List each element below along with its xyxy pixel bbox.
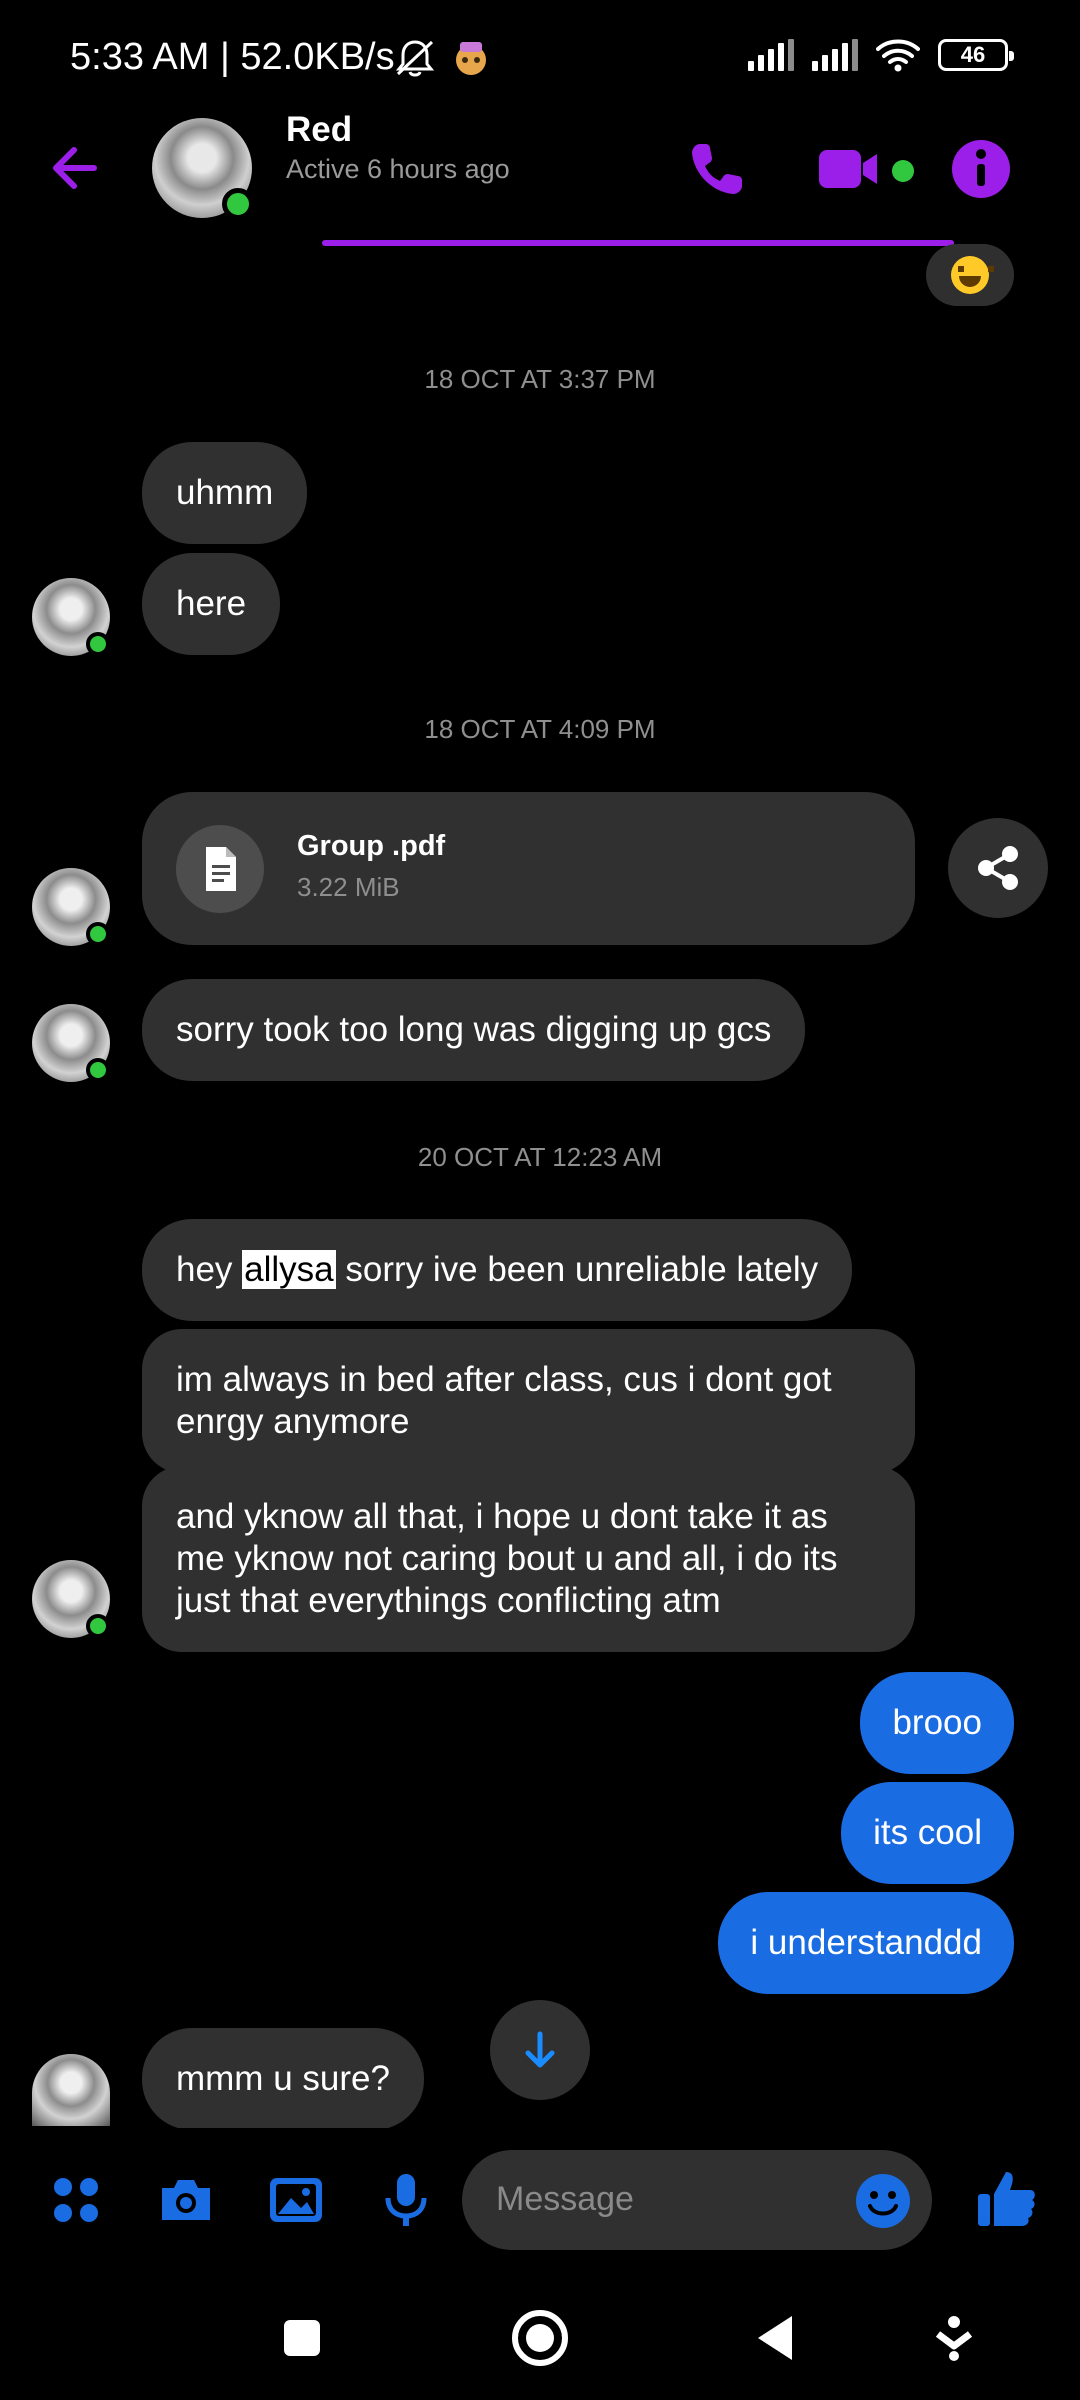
previous-message-edge [322,240,954,246]
apps-grid-icon[interactable] [46,2170,106,2230]
emoji-icon[interactable] [854,2172,912,2230]
received-message[interactable]: and yknow all that, i hope u dont take i… [142,1466,915,1652]
contact-name[interactable]: Red [286,110,352,150]
received-message[interactable]: here [142,553,281,655]
like-thumbs-up-icon[interactable] [974,2166,1040,2232]
home-circle-icon[interactable] [510,2308,570,2368]
gallery-icon[interactable] [266,2170,326,2230]
arrow-down-icon [525,2031,555,2068]
file-size: 3.22 MiB [297,872,400,902]
online-indicator [86,1614,110,1638]
online-indicator [86,1058,110,1082]
back-arrow-icon[interactable] [44,136,108,200]
battery-icon: 46 [938,39,1014,71]
phone-call-icon[interactable] [682,134,752,204]
message-placeholder: Message [496,2180,634,2218]
timestamp: 20 OCT AT 12:23 AM [417,1142,663,1172]
scroll-to-bottom-button[interactable] [490,2000,590,2100]
status-indicators: 46 [748,38,1014,72]
video-call-icon[interactable] [815,134,885,204]
message-text: hey [176,1250,243,1289]
received-message[interactable]: mmm u sure? [142,2028,424,2130]
file-attachment[interactable]: Group .pdf 3.22 MiB [142,792,915,945]
received-message[interactable]: sorry took too long was digging up gcs [142,979,806,1081]
timestamp: 18 OCT AT 4:09 PM [424,714,656,744]
file-name: Group .pdf [297,830,446,862]
system-navigation-bar [0,2268,1080,2400]
signal-icon [748,39,794,71]
camera-icon[interactable] [156,2170,216,2230]
microphone-icon[interactable] [376,2170,436,2230]
timestamp: 18 OCT AT 3:37 PM [424,364,656,394]
highlighted-text[interactable]: allysa [242,1250,336,1289]
message-text: sorry ive been unreliable lately [335,1250,819,1289]
video-online-dot [892,160,914,182]
info-icon[interactable] [946,134,1016,204]
signal-icon [812,39,858,71]
wifi-icon [876,39,920,72]
received-message[interactable]: hey allysa sorry ive been unreliable lat… [142,1219,853,1321]
laughing-emoji-icon [951,256,994,294]
game-notification-icon [456,42,486,75]
received-message[interactable]: im always in bed after class, cus i dont… [142,1329,915,1473]
document-icon [176,825,264,913]
received-message[interactable]: uhmm [142,442,308,544]
sent-message[interactable]: brooo [860,1672,1014,1774]
online-indicator [86,922,110,946]
contact-active-status: Active 6 hours ago [286,154,510,184]
share-icon [978,846,1018,890]
battery-level: 46 [960,42,986,67]
keyboard-hide-icon[interactable] [924,2308,984,2368]
sent-message[interactable]: its cool [841,1782,1014,1884]
bell-off-icon [395,40,435,77]
online-indicator [222,188,254,220]
message-composer: Message [0,2128,1080,2268]
back-triangle-icon[interactable] [748,2308,808,2368]
conversation-header: Red Active 6 hours ago [0,110,1080,240]
share-button[interactable] [948,818,1048,918]
online-indicator [86,632,110,656]
sent-message[interactable]: i understanddd [718,1892,1014,1994]
recents-square-icon[interactable] [272,2308,332,2368]
message-input[interactable]: Message [462,2150,932,2250]
status-bar: 5:33 AM | 52.0KB/s 46 [0,0,1080,110]
contact-avatar-small[interactable] [32,2054,110,2126]
reaction-badge[interactable] [926,244,1014,306]
status-time-speed: 5:33 AM | 52.0KB/s [70,36,395,78]
